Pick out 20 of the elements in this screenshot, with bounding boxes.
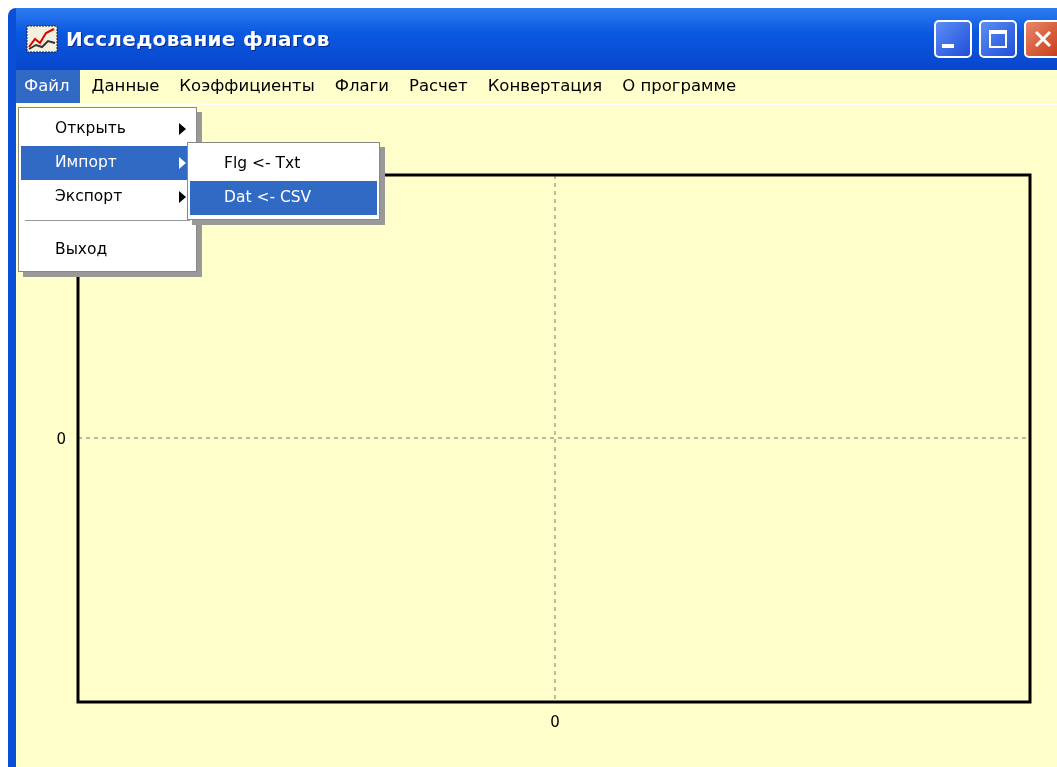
menu-item[interactable]: Флаги (326, 70, 397, 103)
maximize-icon (988, 29, 1008, 49)
menu-item[interactable]: Данные (83, 70, 168, 103)
menu-option[interactable]: Открыть (21, 112, 194, 146)
chart-icon (26, 25, 58, 53)
menu-item[interactable]: Файл (16, 70, 80, 103)
menu-item[interactable]: Коэффициенты (171, 70, 323, 103)
menu-option[interactable]: Dat <- CSV (190, 181, 377, 215)
maximize-button[interactable] (979, 20, 1017, 58)
axis-label: 0 (550, 713, 560, 731)
menu-option[interactable]: Выход (21, 233, 194, 267)
close-button[interactable] (1024, 20, 1057, 58)
minimize-icon (942, 44, 954, 48)
window-title: Исследование флагов (66, 26, 331, 53)
minimize-button[interactable] (934, 20, 972, 58)
axis-label: 0 (56, 430, 66, 448)
close-icon (1033, 29, 1053, 49)
menu-item[interactable]: О программе (614, 70, 745, 103)
menu-item[interactable]: Расчет (400, 70, 476, 103)
menu-item[interactable]: Конвертация (479, 70, 611, 103)
